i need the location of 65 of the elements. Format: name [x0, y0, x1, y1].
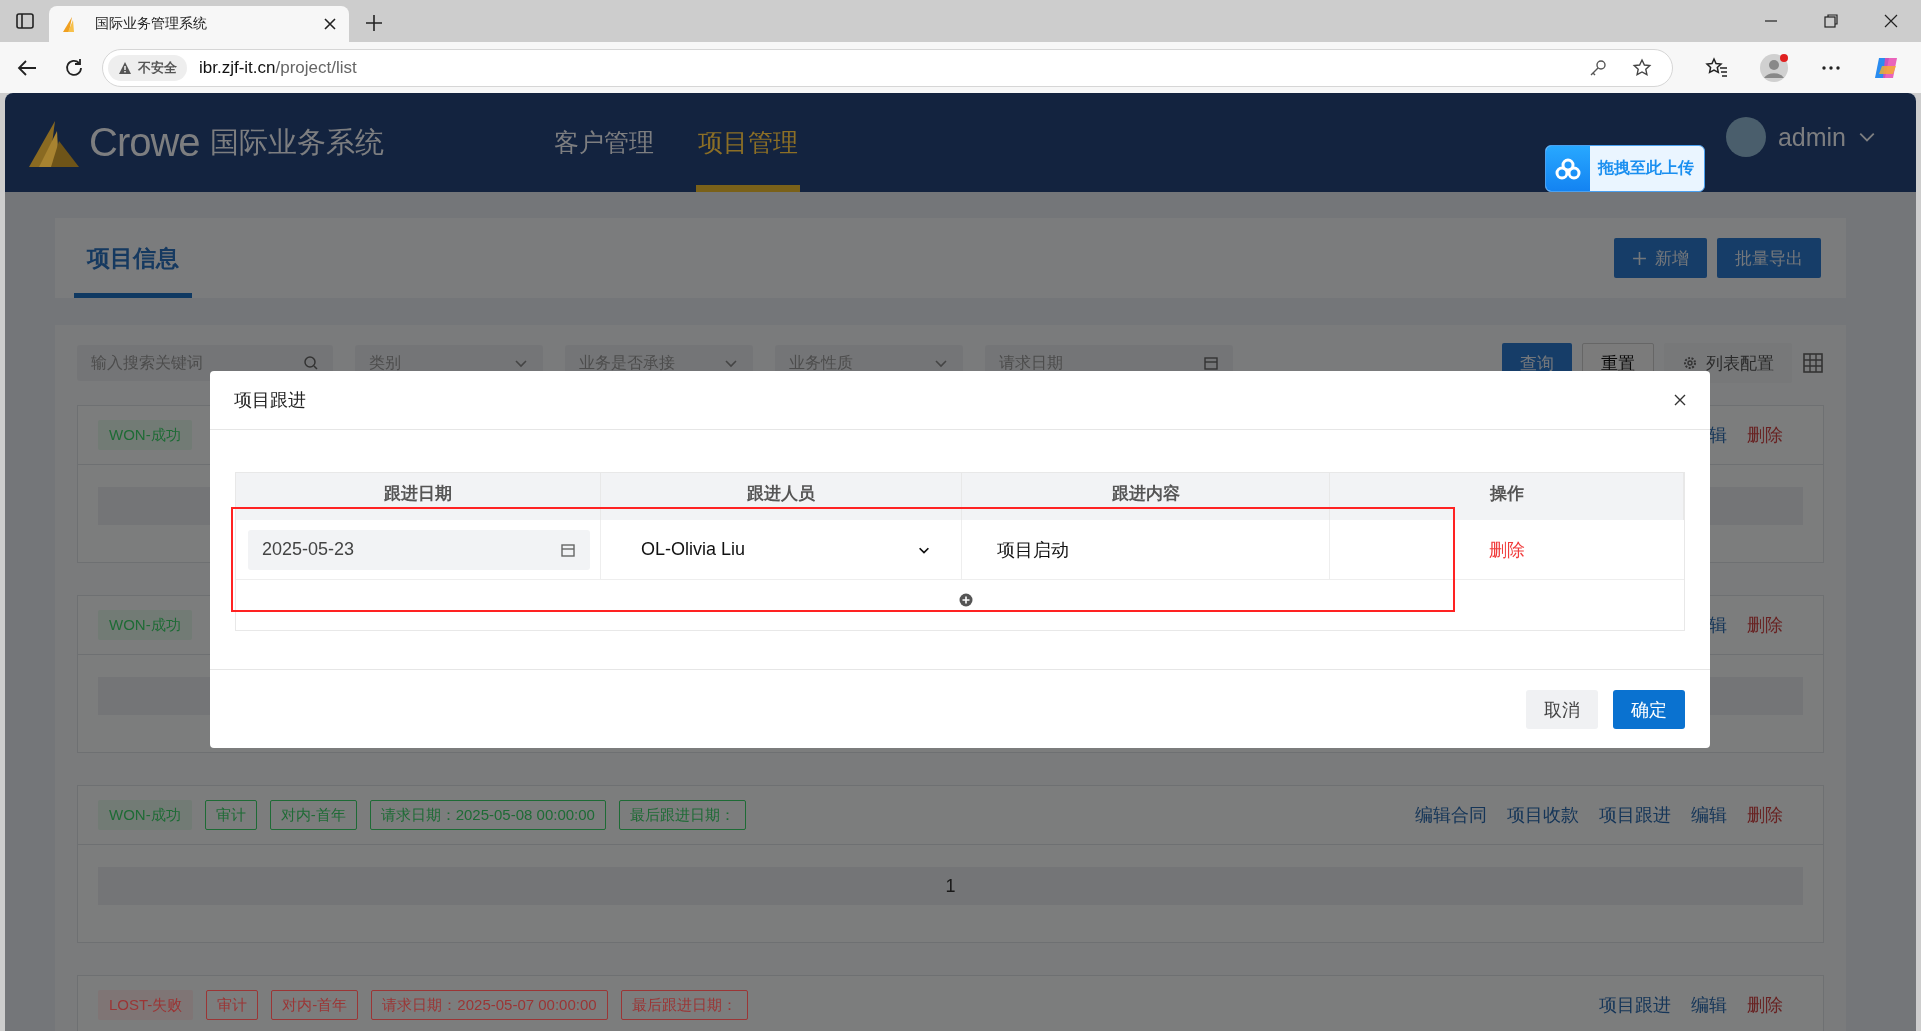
column-header: 跟进日期 [236, 473, 601, 520]
add-button[interactable]: 新增 [1614, 238, 1707, 278]
upload-button[interactable]: 拖拽至此上传 [1545, 145, 1705, 192]
user-name[interactable]: admin [1777, 122, 1846, 152]
star-icon[interactable] [1632, 57, 1652, 78]
delete-link[interactable]: 删除 [1747, 993, 1783, 1017]
column-header: 跟进人员 [601, 473, 962, 520]
warning-icon [118, 60, 132, 75]
add-row-icon[interactable] [959, 593, 973, 607]
delete-link[interactable]: 删除 [1747, 423, 1783, 447]
plus-icon [1632, 250, 1647, 266]
brand-name: Crowe [89, 120, 200, 165]
export-button[interactable]: 批量导出 [1717, 238, 1821, 278]
nav-item[interactable]: 项目管理 [695, 93, 800, 192]
close-icon[interactable] [323, 17, 337, 31]
cancel-button[interactable]: 取消 [1526, 690, 1598, 729]
status-tag: WON-成功 [98, 800, 192, 830]
nav-item[interactable]: 客户管理 [551, 93, 656, 192]
calendar-icon [1203, 355, 1219, 371]
status-tag: LOST-失败 [98, 990, 194, 1020]
info-tag: 请求日期：2025-05-08 00:00:00 [369, 800, 606, 830]
close-icon[interactable] [1674, 394, 1686, 406]
dialog-title: 项目跟进 [234, 389, 306, 412]
security-chip[interactable]: 不安全 [108, 54, 187, 81]
info-tag: 对内-首年 [271, 990, 359, 1020]
cloud-icon [1555, 157, 1581, 180]
tab-title: 国际业务管理系统 [95, 15, 208, 33]
action-link[interactable]: 项目收款 [1507, 803, 1579, 827]
action-link[interactable]: 编辑 [1691, 993, 1727, 1017]
row-number: 1 [945, 875, 956, 897]
action-link[interactable]: 编辑合同 [1415, 803, 1487, 827]
status-tag: WON-成功 [98, 610, 192, 640]
info-tag: 请求日期：2025-05-07 00:00:00 [371, 990, 608, 1020]
date-field[interactable]: 2025-05-23 [248, 529, 590, 570]
info-tag: 对内-首年 [269, 800, 357, 830]
key-icon[interactable] [1588, 57, 1608, 78]
calendar-icon [560, 541, 576, 558]
info-tag: 最后跟进日期： [618, 800, 746, 830]
info-tag: 审计 [206, 990, 259, 1020]
status-tag: WON-成功 [98, 420, 192, 450]
action-link[interactable]: 项目跟进 [1599, 993, 1671, 1017]
action-link[interactable]: 编辑 [1691, 803, 1727, 827]
action-link[interactable]: 辑 [1709, 423, 1727, 447]
delete-link[interactable]: 删除 [1747, 803, 1783, 827]
address-bar[interactable]: 不安全 ibr.zjf-it.cn/project/list [102, 48, 1673, 87]
table-icon[interactable] [1802, 352, 1824, 374]
column-header: 跟进内容 [962, 473, 1330, 520]
browser-tab[interactable]: 国际业务管理系统 [49, 6, 349, 42]
info-tag: 审计 [204, 800, 257, 830]
system-name: 国际业务系统 [209, 124, 384, 160]
new-tab-icon[interactable] [365, 14, 383, 32]
page-tab[interactable]: 项目信息 [74, 218, 192, 298]
confirm-button[interactable]: 确定 [1613, 690, 1685, 729]
sidebar-icon[interactable] [15, 11, 35, 31]
delete-link[interactable]: 删除 [1489, 537, 1525, 562]
column-header: 操作 [1330, 473, 1684, 520]
info-tag: 最后跟进日期： [620, 990, 748, 1020]
content-field[interactable]: 项目启动 [962, 537, 1069, 562]
url-text: ibr.zjf-it.cn/project/list [199, 57, 358, 78]
gear-icon [1682, 355, 1698, 371]
action-link[interactable]: 辑 [1709, 613, 1727, 637]
person-select[interactable]: OL-Olivia Liu [601, 539, 961, 560]
action-link[interactable]: 项目跟进 [1599, 803, 1671, 827]
delete-link[interactable]: 删除 [1747, 613, 1783, 637]
search-icon [303, 355, 319, 371]
